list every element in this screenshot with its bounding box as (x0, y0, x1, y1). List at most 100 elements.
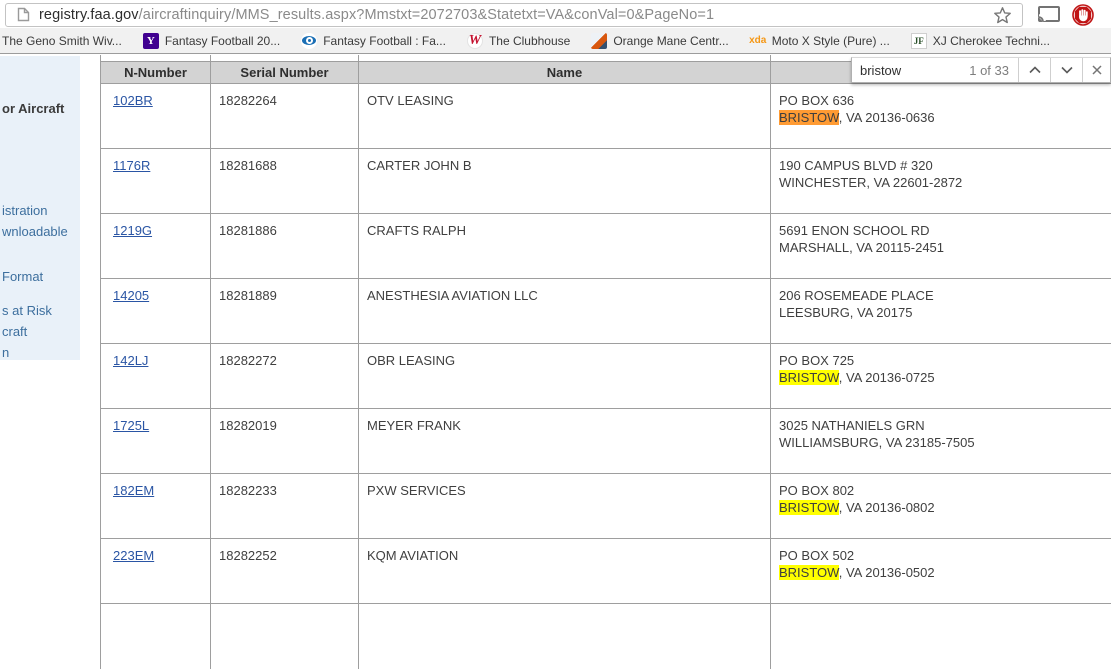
sidebar-heading-aircraft: or Aircraft (2, 101, 64, 116)
jf-icon: JF (911, 33, 927, 49)
owner-name-cell: OBR LEASING (359, 344, 771, 409)
bookmark-the-clubhouse[interactable]: W The Clubhouse (467, 33, 570, 49)
owner-name-cell: CRAFTS RALPH (359, 214, 771, 279)
url-host: registry.faa.gov (39, 7, 139, 23)
bookmark-label: Fantasy Football 20... (165, 34, 280, 48)
aircraft-results-table: N-Number Serial Number Name 102BR 182822… (100, 55, 1111, 669)
n-number-link[interactable]: 1176R (113, 158, 150, 173)
address-line1: PO BOX 636 (779, 92, 1107, 109)
n-number-link[interactable]: 1725L (113, 418, 149, 433)
serial-number-cell: 18282264 (211, 84, 359, 149)
serial-number-cell: 18282233 (211, 474, 359, 539)
find-match-count: 1 of 33 (969, 63, 1018, 78)
sidebar-link-downloadable[interactable]: wnloadable (2, 224, 68, 239)
sidebar-link-at-risk[interactable]: s at Risk (2, 303, 52, 318)
address-line1: PO BOX 802 (779, 482, 1107, 499)
table-row: 1219G 18281886 CRAFTS RALPH 5691 ENON SC… (101, 214, 1111, 279)
address-cell: PO BOX 802 BRISTOW, VA 20136-0802 (771, 474, 1111, 539)
bookmark-label: Fantasy Football : Fa... (323, 34, 446, 48)
find-close-icon[interactable] (1083, 58, 1110, 82)
find-highlight: BRISTOW (779, 565, 839, 580)
find-next-button[interactable] (1051, 58, 1082, 82)
address-line2: BRISTOW, VA 20136-0502 (779, 564, 1107, 581)
find-query-input[interactable]: bristow (852, 63, 969, 78)
serial-number-cell: 18281889 (211, 279, 359, 344)
find-highlight: BRISTOW (779, 370, 839, 385)
n-number-link[interactable]: 102BR (113, 93, 153, 108)
sidebar-link-format[interactable]: Format (2, 269, 43, 284)
orange-mane-icon (591, 33, 607, 49)
address-line2: BRISTOW, VA 20136-0802 (779, 499, 1107, 516)
bookmark-orange-mane[interactable]: Orange Mane Centr... (591, 33, 728, 49)
n-number-link[interactable]: 1219G (113, 223, 152, 238)
n-number-link[interactable]: 182EM (113, 483, 154, 498)
serial-number-cell: 18282252 (211, 539, 359, 604)
column-header-n-number: N-Number (101, 61, 211, 84)
owner-name-cell: ANESTHESIA AVIATION LLC (359, 279, 771, 344)
address-cell: 5691 ENON SCHOOL RD MARSHALL, VA 20115-2… (771, 214, 1111, 279)
address-line1: 190 CAMPUS BLVD # 320 (779, 157, 1107, 174)
browser-window: { "browser": { "url_host": "registry.faa… (0, 0, 1111, 607)
address-cell: 206 ROSEMEADE PLACE LEESBURG, VA 20175 (771, 279, 1111, 344)
url-path: /aircraftinquiry/MMS_results.aspx?Mmstxt… (139, 7, 714, 23)
column-header-serial-number: Serial Number (211, 61, 359, 84)
n-number-link[interactable]: 142LJ (113, 353, 148, 368)
xda-icon: xda (750, 33, 766, 49)
owner-name-cell: CARTER JOHN B (359, 149, 771, 214)
page-icon (14, 6, 32, 24)
address-cell: PO BOX 725 BRISTOW, VA 20136-0725 (771, 344, 1111, 409)
address-line2: WILLIAMSBURG, VA 23185-7505 (779, 434, 1107, 451)
cbs-eye-icon (301, 33, 317, 49)
address-bar[interactable]: registry.faa.gov/aircraftinquiry/MMS_res… (5, 3, 1023, 27)
find-previous-button[interactable] (1019, 58, 1050, 82)
sidebar-link-craft[interactable]: craft (2, 324, 27, 339)
adblock-icon[interactable] (1069, 2, 1097, 28)
n-number-link[interactable]: 223EM (113, 548, 154, 563)
address-line2: LEESBURG, VA 20175 (779, 304, 1107, 321)
bookmark-star-icon[interactable] (988, 2, 1016, 28)
n-number-link[interactable]: 14205 (113, 288, 149, 303)
serial-number-cell: 18282272 (211, 344, 359, 409)
address-line1: PO BOX 725 (779, 352, 1107, 369)
bookmark-fantasy-football-cbs[interactable]: Fantasy Football : Fa... (301, 33, 446, 49)
serial-number-cell: 18281688 (211, 149, 359, 214)
bookmark-fantasy-football-yahoo[interactable]: Y Fantasy Football 20... (143, 33, 280, 49)
serial-number-cell: 18281886 (211, 214, 359, 279)
cast-icon[interactable] (1035, 2, 1063, 28)
address-line1: PO BOX 502 (779, 547, 1107, 564)
bookmark-moto-x-style[interactable]: xda Moto X Style (Pure) ... (750, 33, 890, 49)
bookmark-label: XJ Cherokee Techni... (933, 34, 1050, 48)
address-line1: 206 ROSEMEADE PLACE (779, 287, 1107, 304)
sidebar-link-partial[interactable]: n (2, 345, 9, 360)
table-row: 142LJ 18282272 OBR LEASING PO BOX 725 BR… (101, 344, 1111, 409)
owner-name-cell: KQM AVIATION (359, 539, 771, 604)
nationals-w-icon: W (467, 33, 483, 49)
address-cell: 190 CAMPUS BLVD # 320 WINCHESTER, VA 226… (771, 149, 1111, 214)
owner-name-cell: MEYER FRANK (359, 409, 771, 474)
bookmark-xj-cherokee[interactable]: JF XJ Cherokee Techni... (911, 33, 1050, 49)
owner-name-cell: PXW SERVICES (359, 474, 771, 539)
address-cell: PO BOX 502 BRISTOW, VA 20136-0502 (771, 539, 1111, 604)
address-line2: MARSHALL, VA 20115-2451 (779, 239, 1107, 256)
web-page: or Aircraft istration wnloadable Format … (0, 54, 1111, 607)
table-row: 102BR 18282264 OTV LEASING PO BOX 636 BR… (101, 84, 1111, 149)
sidebar-link-registration[interactable]: istration (2, 203, 48, 218)
bookmark-label: The Geno Smith Wiv... (2, 34, 122, 48)
find-highlight: BRISTOW (779, 500, 839, 515)
table-row: 182EM 18282233 PXW SERVICES PO BOX 802 B… (101, 474, 1111, 539)
yahoo-icon: Y (143, 33, 159, 49)
table-row-cutoff (101, 604, 1111, 669)
bookmark-geno-smith[interactable]: The Geno Smith Wiv... (2, 34, 122, 48)
bookmark-label: Moto X Style (Pure) ... (772, 34, 890, 48)
owner-name-cell: OTV LEASING (359, 84, 771, 149)
bookmarks-bar: The Geno Smith Wiv... Y Fantasy Football… (0, 28, 1111, 54)
table-row: 1725L 18282019 MEYER FRANK 3025 NATHANIE… (101, 409, 1111, 474)
address-line1: 3025 NATHANIELS GRN (779, 417, 1107, 434)
serial-number-cell: 18282019 (211, 409, 359, 474)
bookmark-label: The Clubhouse (489, 34, 570, 48)
url-text[interactable]: registry.faa.gov/aircraftinquiry/MMS_res… (39, 7, 988, 23)
address-line1: 5691 ENON SCHOOL RD (779, 222, 1107, 239)
table-body: 102BR 18282264 OTV LEASING PO BOX 636 BR… (101, 84, 1111, 604)
sidebar: or Aircraft istration wnloadable Format … (0, 56, 80, 360)
table-row: 14205 18281889 ANESTHESIA AVIATION LLC 2… (101, 279, 1111, 344)
